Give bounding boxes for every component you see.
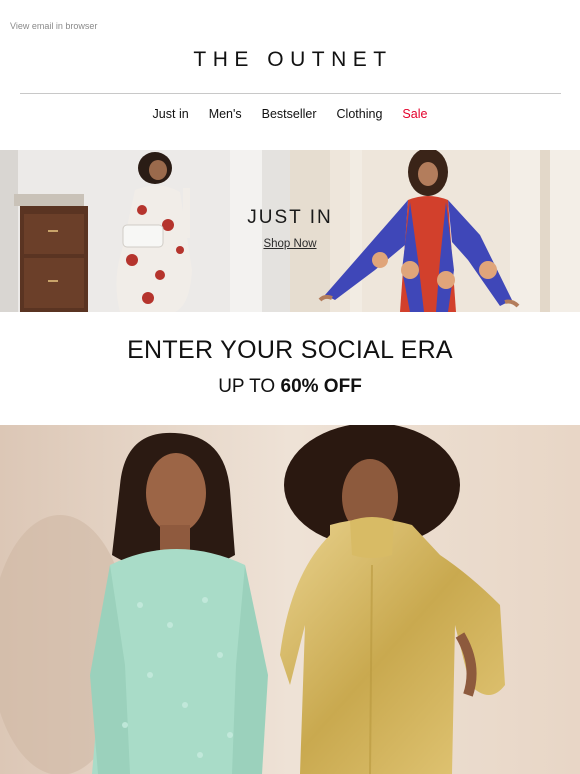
brand-logo[interactable]: THE OUTNET xyxy=(0,48,580,72)
header-divider xyxy=(20,93,561,94)
promo-sub-prefix: UP TO xyxy=(218,376,281,397)
nav-item-sale[interactable]: Sale xyxy=(402,107,427,121)
nav-item-clothing[interactable]: Clothing xyxy=(337,107,383,121)
just-in-hero-banner[interactable]: JUST IN Shop Now xyxy=(0,150,580,312)
promo-headline: ENTER YOUR SOCIAL ERA xyxy=(127,336,453,364)
shop-now-link-text[interactable]: Shop Now xyxy=(263,238,316,250)
view-in-browser-link[interactable]: View email in browser xyxy=(10,21,97,31)
shop-now-link: Shop Now xyxy=(0,238,580,250)
hero-image-left xyxy=(0,150,290,312)
nav-item-mens[interactable]: Men's xyxy=(209,107,242,121)
nav-item-bestseller[interactable]: Bestseller xyxy=(262,107,317,121)
promo-subheadline: UP TO 60% OFF xyxy=(0,376,580,398)
campaign-image[interactable] xyxy=(0,425,580,774)
promo-discount: 60% OFF xyxy=(280,376,362,397)
hero-title: JUST IN xyxy=(247,207,333,228)
hero-image-right xyxy=(290,150,580,312)
nav-item-just-in[interactable]: Just in xyxy=(153,107,189,121)
main-nav: Just in Men's Bestseller Clothing Sale xyxy=(0,107,580,121)
